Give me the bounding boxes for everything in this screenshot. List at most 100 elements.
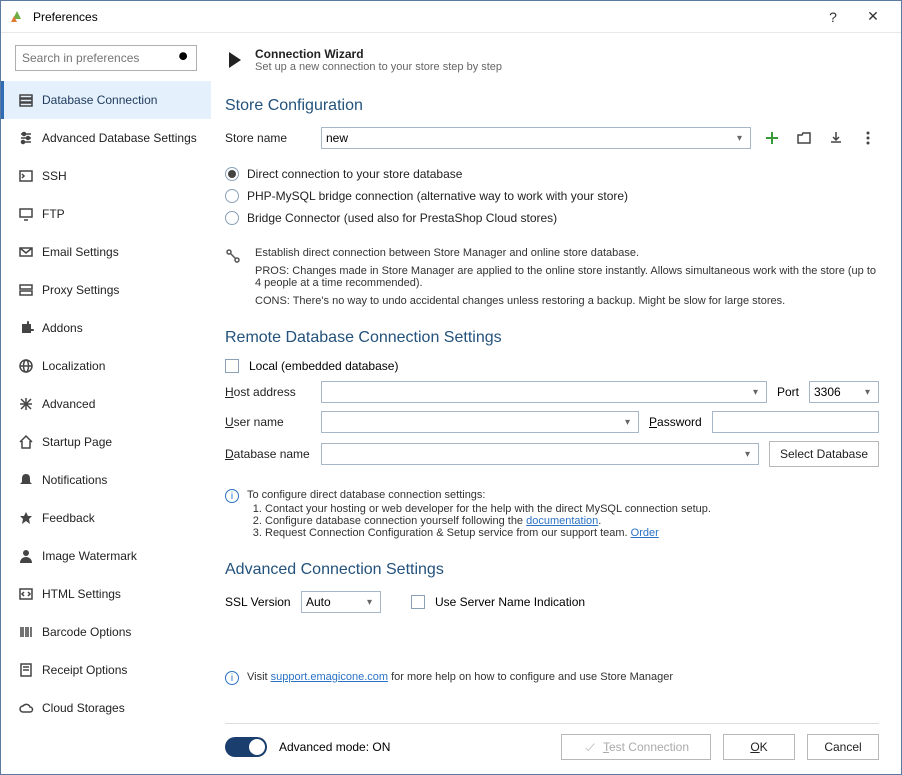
more-actions-button[interactable] [857, 127, 879, 149]
sidebar-item-receipt-options[interactable]: Receipt Options [1, 651, 211, 689]
sidebar-item-advanced-database-settings[interactable]: Advanced Database Settings [1, 119, 211, 157]
sidebar-item-ftp[interactable]: FTP [1, 195, 211, 233]
wizard-title: Connection Wizard [255, 47, 502, 61]
documentation-link[interactable]: documentation [526, 515, 598, 527]
window-title: Preferences [33, 10, 813, 24]
sidebar-item-label: Receipt Options [42, 663, 127, 677]
info-icon: i [225, 489, 239, 503]
import-store-button[interactable] [825, 127, 847, 149]
radio-icon [225, 167, 239, 181]
sidebar-item-ssh[interactable]: SSH [1, 157, 211, 195]
globe-icon [18, 358, 34, 374]
monitor-icon [18, 206, 34, 222]
database-icon [18, 92, 34, 108]
sidebar-item-email-settings[interactable]: Email Settings [1, 233, 211, 271]
chevron-down-icon: ▾ [363, 597, 376, 608]
bell-icon [18, 472, 34, 488]
app-icon [9, 9, 25, 25]
config-step-2: Configure database connection yourself f… [265, 515, 711, 527]
sidebar-item-image-watermark[interactable]: Image Watermark [1, 537, 211, 575]
sidebar-item-label: Cloud Storages [42, 701, 125, 715]
sidebar-item-localization[interactable]: Localization [1, 347, 211, 385]
sidebar-item-html-settings[interactable]: HTML Settings [1, 575, 211, 613]
sidebar-item-database-connection[interactable]: Database Connection [1, 81, 211, 119]
radio-label: Bridge Connector (used also for PrestaSh… [247, 211, 557, 225]
sidebar-item-addons[interactable]: Addons [1, 309, 211, 347]
star-icon [18, 510, 34, 526]
search-icon [177, 50, 191, 67]
sidebar-item-barcode-options[interactable]: Barcode Options [1, 613, 211, 651]
config-step-1: Contact your hosting or web developer fo… [265, 503, 711, 515]
user-name-input[interactable]: ▾ [321, 411, 639, 433]
store-name-value: new [326, 131, 348, 145]
connection-desc: Establish direct connection between Stor… [255, 247, 879, 259]
select-database-button[interactable]: Select Database [769, 441, 879, 467]
radio-bridge-connector[interactable]: Bridge Connector (used also for PrestaSh… [225, 207, 879, 229]
sidebar-item-label: Addons [42, 321, 83, 335]
config-info-lead: To configure direct database connection … [247, 489, 711, 501]
sni-checkbox[interactable] [411, 595, 425, 609]
home-icon [18, 434, 34, 450]
sidebar-item-feedback[interactable]: Feedback [1, 499, 211, 537]
user-name-label: User name [225, 415, 311, 429]
sidebar-item-advanced[interactable]: Advanced [1, 385, 211, 423]
barcode-icon [18, 624, 34, 640]
radio-bridge-connection[interactable]: PHP-MySQL bridge connection (alternative… [225, 185, 879, 207]
store-config-heading: Store Configuration [225, 97, 879, 115]
advanced-conn-heading: Advanced Connection Settings [225, 561, 879, 579]
host-address-input[interactable]: ▾ [321, 381, 767, 403]
password-input[interactable] [712, 411, 879, 433]
open-store-button[interactable] [793, 127, 815, 149]
receipt-icon [18, 662, 34, 678]
local-db-checkbox-row[interactable]: Local (embedded database) [225, 359, 879, 373]
sidebar-item-proxy-settings[interactable]: Proxy Settings [1, 271, 211, 309]
radio-direct-connection[interactable]: Direct connection to your store database [225, 163, 879, 185]
radio-label: Direct connection to your store database [247, 167, 462, 181]
sliders-icon [18, 130, 34, 146]
close-button[interactable]: ✕ [853, 1, 893, 33]
sni-label: Use Server Name Indication [435, 595, 585, 609]
sidebar-item-label: Barcode Options [42, 625, 131, 639]
sidebar-item-cloud-storages[interactable]: Cloud Storages [1, 689, 211, 727]
search-box[interactable] [15, 45, 197, 71]
cancel-button[interactable]: Cancel [807, 734, 879, 760]
chevron-down-icon: ▾ [741, 449, 754, 460]
database-name-input[interactable]: ▾ [321, 443, 759, 465]
wizard-subtitle: Set up a new connection to your store st… [255, 61, 502, 73]
database-name-label: Database name [225, 447, 311, 461]
footer: Advanced mode: ON Test Connection OK Can… [225, 723, 879, 760]
sidebar-item-label: FTP [42, 207, 65, 221]
support-link[interactable]: support.emagicone.com [271, 671, 388, 683]
password-label: Password [649, 415, 702, 429]
sidebar-item-label: SSH [42, 169, 67, 183]
port-input[interactable]: 3306▾ [809, 381, 879, 403]
help-button[interactable]: ? [813, 1, 853, 33]
radio-label: PHP-MySQL bridge connection (alternative… [247, 189, 628, 203]
search-input[interactable] [22, 51, 177, 65]
add-store-button[interactable] [761, 127, 783, 149]
store-name-combo[interactable]: new ▾ [321, 127, 751, 149]
sidebar-item-label: Notifications [42, 473, 107, 487]
puzzle-icon [18, 320, 34, 336]
port-label: Port [777, 385, 799, 399]
sidebar-item-label: Feedback [42, 511, 95, 525]
link-icon [225, 247, 243, 307]
code-icon [18, 586, 34, 602]
host-address-label: Host address [225, 385, 311, 399]
test-connection-button[interactable]: Test Connection [561, 734, 711, 760]
mail-icon [18, 244, 34, 260]
server-icon [18, 282, 34, 298]
sidebar-item-label: Email Settings [42, 245, 119, 259]
ok-button[interactable]: OK [723, 734, 795, 760]
checkbox-icon [225, 359, 239, 373]
advanced-mode-toggle[interactable] [225, 737, 267, 757]
local-db-label: Local (embedded database) [249, 359, 398, 373]
titlebar: Preferences ? ✕ [1, 1, 901, 33]
sidebar-item-notifications[interactable]: Notifications [1, 461, 211, 499]
ssl-version-combo[interactable]: Auto▾ [301, 591, 381, 613]
sidebar-item-startup-page[interactable]: Startup Page [1, 423, 211, 461]
connection-wizard-row[interactable]: Connection Wizard Set up a new connectio… [225, 47, 879, 73]
remote-db-heading: Remote Database Connection Settings [225, 329, 879, 347]
radio-icon [225, 211, 239, 225]
order-link[interactable]: Order [631, 527, 659, 539]
